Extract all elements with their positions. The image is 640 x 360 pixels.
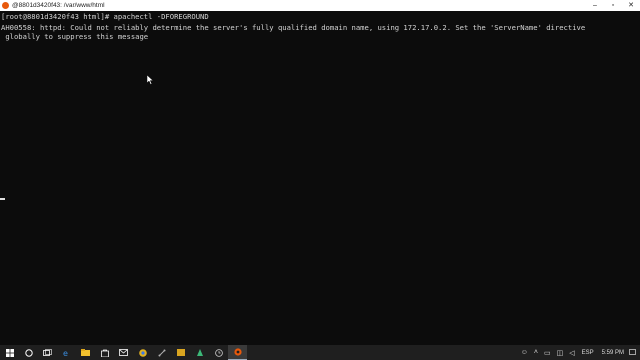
close-button[interactable]: ✕ — [622, 0, 640, 11]
file-explorer-icon[interactable] — [76, 345, 95, 360]
app-icon-green[interactable] — [190, 345, 209, 360]
battery-icon[interactable]: ▭ — [544, 349, 551, 357]
window-title: @8801d3420f43: /var/www/html — [12, 2, 105, 9]
network-icon[interactable]: ◫ — [557, 349, 564, 357]
windows-start-icon[interactable] — [0, 345, 19, 360]
app-icon-git[interactable] — [152, 345, 171, 360]
app-icon-clock[interactable] — [209, 345, 228, 360]
language-indicator[interactable]: ESP — [582, 350, 594, 356]
terminal-line: [root@8801d3420f43 html]# apachectl -DFO… — [1, 12, 209, 21]
edge-browser-icon[interactable]: e — [57, 345, 76, 360]
terminal-line: globally to suppress this message — [1, 32, 149, 41]
mail-icon[interactable] — [114, 345, 133, 360]
taskbar: e ☺ ˄ ▭ ◫ ◁ ESP 5:59 PM — [0, 345, 640, 360]
terminal-app-icon[interactable] — [228, 345, 247, 360]
notification-icon[interactable] — [628, 345, 637, 360]
task-view-icon[interactable] — [38, 345, 57, 360]
window-controls: – ▫ ✕ — [586, 0, 640, 11]
terminal-app-icon — [2, 2, 9, 9]
search-icon[interactable] — [19, 345, 38, 360]
maximize-button[interactable]: ▫ — [604, 0, 622, 11]
minimize-button[interactable]: – — [586, 0, 604, 11]
volume-icon[interactable]: ◁ — [569, 349, 574, 357]
store-icon[interactable] — [95, 345, 114, 360]
app-icon-folder[interactable] — [171, 345, 190, 360]
mouse-pointer-icon — [147, 75, 154, 85]
people-icon[interactable]: ☺ — [521, 349, 528, 356]
svg-text:e: e — [63, 349, 68, 357]
window-title-bar[interactable]: @8801d3420f43: /var/www/html – ▫ ✕ — [0, 0, 640, 11]
chrome-icon[interactable] — [133, 345, 152, 360]
text-cursor — [0, 198, 5, 200]
clock[interactable]: 5:59 PM — [602, 350, 624, 356]
chevron-up-icon[interactable]: ˄ — [534, 349, 538, 356]
system-tray: ☺ ˄ ▭ ◫ ◁ ESP 5:59 PM — [518, 345, 640, 360]
terminal-output[interactable]: [root@8801d3420f43 html]# apachectl -DFO… — [0, 11, 640, 345]
